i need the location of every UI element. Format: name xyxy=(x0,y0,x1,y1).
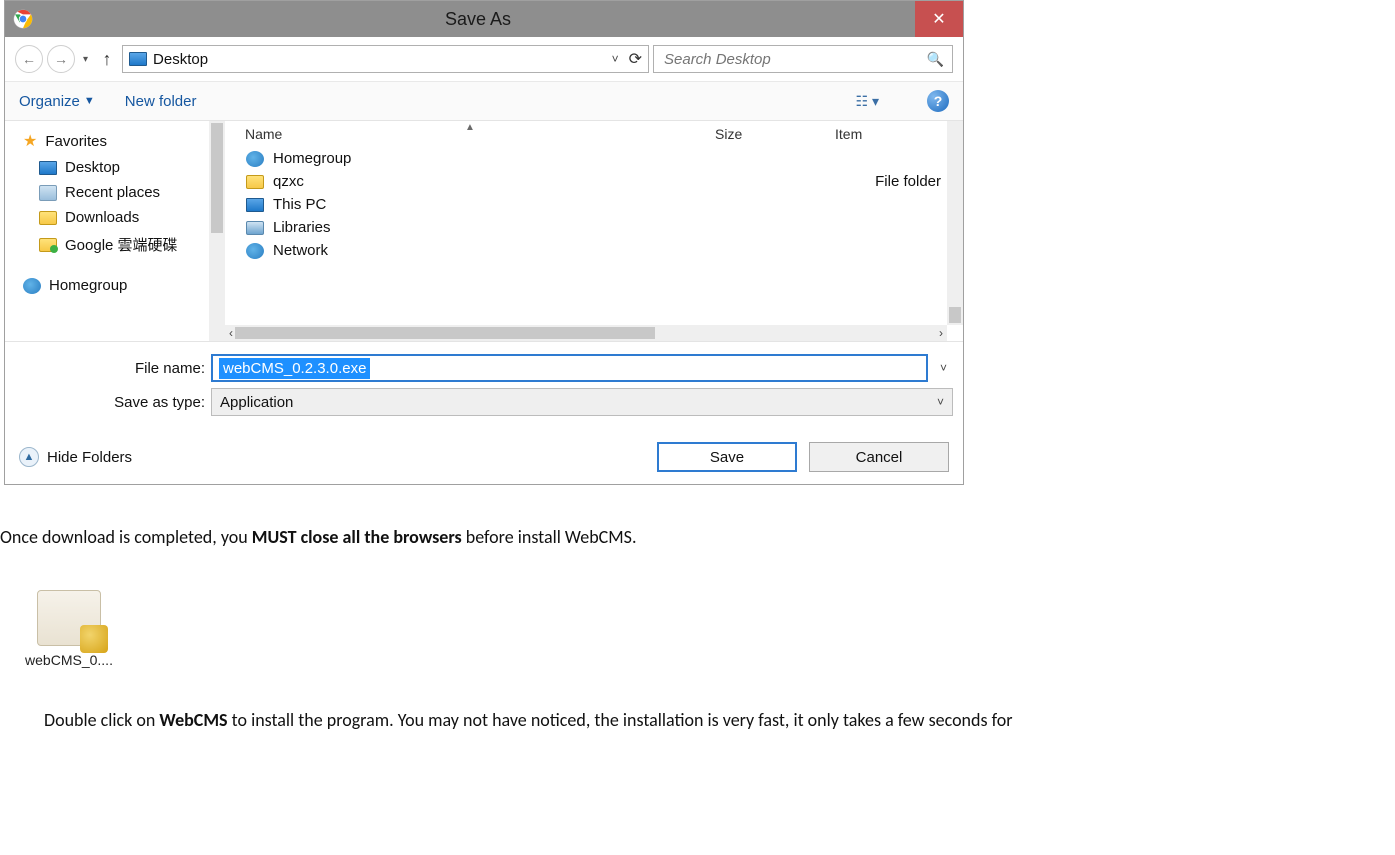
back-icon: ← xyxy=(22,51,36,67)
list-item-label: Libraries xyxy=(273,219,331,236)
view-options-button[interactable]: ☷ ▾ xyxy=(856,93,879,110)
pc-icon xyxy=(246,198,264,212)
network-icon xyxy=(246,243,264,259)
close-icon: ✕ xyxy=(932,9,945,29)
column-name: Name ▲ xyxy=(245,126,715,142)
history-dropdown[interactable]: ▾ xyxy=(83,54,88,65)
sidebar-item-label: Desktop xyxy=(65,159,120,176)
dialog-footer: ▲ Hide Folders Save Cancel xyxy=(5,432,963,484)
monitor-icon xyxy=(39,161,57,175)
chevron-right-icon: › xyxy=(939,326,943,340)
file-name-value: webCMS_0.2.3.0.exe xyxy=(219,358,370,379)
sort-indicator-icon: ▲ xyxy=(465,122,475,133)
list-item-label: Network xyxy=(273,242,328,259)
window-title: Save As xyxy=(41,9,915,30)
cancel-button[interactable]: Cancel xyxy=(809,442,949,472)
column-size: Size xyxy=(715,126,835,142)
forward-icon: → xyxy=(54,51,68,67)
column-item: Item xyxy=(835,126,862,142)
save-as-dialog: Save As ✕ ← → ▾ ↑ Desktop ˅ ⟳ 🔍 Organize… xyxy=(4,0,964,485)
list-item[interactable]: This PC xyxy=(225,193,963,216)
sidebar-item-downloads[interactable]: Downloads xyxy=(23,205,215,230)
save-type-select[interactable]: Application ˅ xyxy=(211,388,953,416)
homegroup-icon xyxy=(23,278,41,294)
sidebar-item-recent[interactable]: Recent places xyxy=(23,180,215,205)
instruction-paragraph-1: Once download is completed, you MUST clo… xyxy=(0,525,1395,550)
setup-package-icon xyxy=(37,590,101,646)
sidebar-label: Favorites xyxy=(45,133,107,150)
save-form: File name: webCMS_0.2.3.0.exe ˅ Save as … xyxy=(5,341,963,432)
folder-icon xyxy=(246,175,264,189)
desktop-icon xyxy=(129,52,147,66)
search-icon: 🔍 xyxy=(927,51,944,68)
list-item-label: qzxc xyxy=(273,173,304,190)
sidebar-item-label: Downloads xyxy=(65,209,139,226)
back-button[interactable]: ← xyxy=(15,45,43,73)
sidebar-scrollbar[interactable] xyxy=(209,121,225,341)
chevron-down-icon: ˅ xyxy=(612,52,619,66)
google-drive-icon xyxy=(39,238,57,252)
forward-button[interactable]: → xyxy=(47,45,75,73)
search-box[interactable]: 🔍 xyxy=(653,45,953,73)
list-item[interactable]: Libraries xyxy=(225,216,963,239)
search-input[interactable] xyxy=(662,50,921,69)
chrome-icon xyxy=(13,9,33,29)
save-button[interactable]: Save xyxy=(657,442,797,472)
folder-icon xyxy=(39,211,57,225)
up-icon: ↑ xyxy=(103,49,112,70)
star-icon: ★ xyxy=(23,131,37,151)
save-type-value: Application xyxy=(220,394,293,411)
organize-label: Organize xyxy=(19,93,80,110)
list-item[interactable]: Network xyxy=(225,239,963,262)
hide-folders-label: Hide Folders xyxy=(47,449,132,466)
sidebar-favorites[interactable]: ★ Favorites xyxy=(23,127,215,155)
title-bar: Save As ✕ xyxy=(5,1,963,37)
recent-places-icon xyxy=(39,185,57,201)
navigation-row: ← → ▾ ↑ Desktop ˅ ⟳ 🔍 xyxy=(5,37,963,82)
libraries-icon xyxy=(246,221,264,235)
list-item-label: This PC xyxy=(273,196,326,213)
sidebar-item-label: Google 雲端硬碟 xyxy=(65,234,178,255)
content-scrollbar-horizontal[interactable]: ‹ › xyxy=(225,325,947,341)
list-item-type: File folder xyxy=(875,173,941,190)
sidebar-homegroup[interactable]: Homegroup xyxy=(23,273,215,298)
list-item-label: Homegroup xyxy=(273,150,351,167)
file-list: Name ▲ Size Item Homegroup qzxc File fol… xyxy=(225,121,963,341)
location-breadcrumb[interactable]: Desktop ˅ ⟳ xyxy=(122,45,649,73)
refresh-button[interactable]: ⟳ xyxy=(629,49,642,69)
navigation-pane: ★ Favorites Desktop Recent places Downlo… xyxy=(5,121,225,341)
sidebar-item-desktop[interactable]: Desktop xyxy=(23,155,215,180)
chevron-down-icon: ▼ xyxy=(84,95,95,107)
help-button[interactable]: ? xyxy=(927,90,949,112)
organize-menu[interactable]: Organize ▼ xyxy=(19,93,95,110)
save-type-label: Save as type: xyxy=(15,394,205,411)
file-name-input[interactable]: webCMS_0.2.3.0.exe xyxy=(211,354,928,382)
sidebar-item-label: Homegroup xyxy=(49,277,127,294)
close-button[interactable]: ✕ xyxy=(915,1,963,37)
sidebar-item-label: Recent places xyxy=(65,184,160,201)
homegroup-icon xyxy=(246,151,264,167)
new-folder-button[interactable]: New folder xyxy=(125,93,197,110)
chevron-down-icon: ˅ xyxy=(937,395,944,409)
hide-folders-toggle[interactable]: ▲ Hide Folders xyxy=(19,447,132,467)
installer-file-label: webCMS_0.... xyxy=(14,652,124,668)
chevron-left-icon: ‹ xyxy=(229,326,233,340)
installer-file-icon[interactable]: webCMS_0.... xyxy=(14,590,124,668)
column-headers[interactable]: Name ▲ Size Item xyxy=(225,121,963,147)
sidebar-item-google-drive[interactable]: Google 雲端硬碟 xyxy=(23,230,215,259)
list-item[interactable]: Homegroup xyxy=(225,147,963,170)
collapse-icon: ▲ xyxy=(19,447,39,467)
file-name-label: File name: xyxy=(15,360,205,377)
file-name-dropdown[interactable]: ˅ xyxy=(940,361,947,375)
instruction-paragraph-2: Double click on WebCMS to install the pr… xyxy=(44,708,1395,733)
list-item[interactable]: qzxc File folder xyxy=(225,170,963,193)
up-button[interactable]: ↑ xyxy=(96,48,118,70)
toolbar: Organize ▼ New folder ☷ ▾ ? xyxy=(5,82,963,121)
explorer-body: ★ Favorites Desktop Recent places Downlo… xyxy=(5,121,963,341)
location-text: Desktop xyxy=(153,51,606,68)
content-scrollbar-vertical[interactable] xyxy=(947,121,963,325)
